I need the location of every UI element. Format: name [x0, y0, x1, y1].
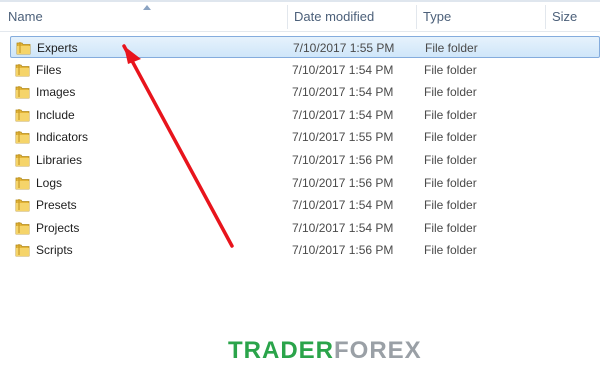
file-row-projects[interactable]: Projects 7/10/2017 1:54 PM File folder	[10, 217, 600, 239]
folder-icon	[15, 199, 30, 212]
file-name: Include	[36, 107, 75, 122]
file-date-modified: 7/10/2017 1:55 PM	[292, 130, 394, 145]
column-header-type[interactable]: Type	[419, 3, 544, 31]
folder-icon	[15, 86, 30, 99]
file-name: Indicators	[36, 130, 89, 145]
file-date-modified: 7/10/2017 1:55 PM	[293, 41, 395, 55]
file-row-presets[interactable]: Presets 7/10/2017 1:54 PM File folder	[10, 194, 600, 216]
folder-icon	[15, 108, 30, 122]
file-row-logs[interactable]: Logs 7/10/2017 1:56 PM File folder	[10, 172, 600, 194]
window-top-border	[0, 0, 600, 2]
watermark-part1: TRADER	[228, 337, 334, 364]
file-type: File folder	[424, 243, 477, 258]
file-date-modified: 7/10/2017 1:56 PM	[292, 243, 394, 258]
file-row-images[interactable]: Images 7/10/2017 1:54 PM File folder	[10, 81, 600, 103]
column-header-size[interactable]: Size	[548, 3, 600, 31]
folder-icon	[15, 63, 30, 76]
folder-icon	[15, 176, 30, 189]
file-date-modified: 7/10/2017 1:54 PM	[292, 62, 394, 77]
column-divider[interactable]	[545, 5, 546, 29]
watermark: TRADERFOREX	[228, 337, 422, 365]
column-divider[interactable]	[287, 5, 288, 29]
file-date-modified: 7/10/2017 1:54 PM	[292, 220, 394, 235]
file-type: File folder	[424, 198, 477, 213]
file-name: Images	[36, 85, 76, 100]
file-name: Projects	[36, 220, 80, 235]
file-type: File folder	[424, 130, 477, 145]
folder-icon	[16, 42, 31, 55]
file-type: File folder	[424, 62, 477, 77]
folder-icon	[15, 244, 30, 257]
file-name: Scripts	[36, 243, 73, 258]
watermark-part2: FOREX	[334, 337, 422, 364]
column-header-date[interactable]: Date modified	[290, 3, 415, 31]
file-row-experts[interactable]: Experts 7/10/2017 1:55 PM File folder	[10, 36, 600, 58]
file-row-indicators[interactable]: Indicators 7/10/2017 1:55 PM File folder	[10, 126, 600, 148]
folder-icon	[15, 131, 30, 144]
file-date-modified: 7/10/2017 1:54 PM	[292, 85, 394, 100]
file-row-files[interactable]: Files 7/10/2017 1:54 PM File folder	[10, 59, 600, 81]
file-date-modified: 7/10/2017 1:56 PM	[292, 153, 394, 167]
file-name: Logs	[36, 175, 63, 190]
file-name: Experts	[37, 41, 78, 55]
column-header-bar: Name Date modified Type Size	[0, 3, 600, 32]
file-date-modified: 7/10/2017 1:54 PM	[292, 107, 394, 122]
file-name: Presets	[36, 198, 77, 213]
file-name: Libraries	[36, 153, 83, 167]
file-date-modified: 7/10/2017 1:56 PM	[292, 175, 394, 190]
file-type: File folder	[424, 85, 477, 100]
file-type: File folder	[425, 41, 478, 55]
file-type: File folder	[424, 107, 477, 122]
file-row-scripts[interactable]: Scripts 7/10/2017 1:56 PM File folder	[10, 239, 600, 261]
file-row-libraries[interactable]: Libraries 7/10/2017 1:56 PM File folder	[10, 149, 600, 171]
file-type: File folder	[424, 153, 477, 167]
file-type: File folder	[424, 220, 477, 235]
file-date-modified: 7/10/2017 1:54 PM	[292, 198, 394, 213]
column-divider[interactable]	[416, 5, 417, 29]
file-type: File folder	[424, 175, 477, 190]
file-row-include[interactable]: Include 7/10/2017 1:54 PM File folder	[10, 104, 600, 126]
folder-icon	[15, 154, 30, 167]
sort-ascending-icon	[143, 5, 151, 10]
file-name: Files	[36, 62, 62, 77]
folder-icon	[15, 221, 30, 235]
